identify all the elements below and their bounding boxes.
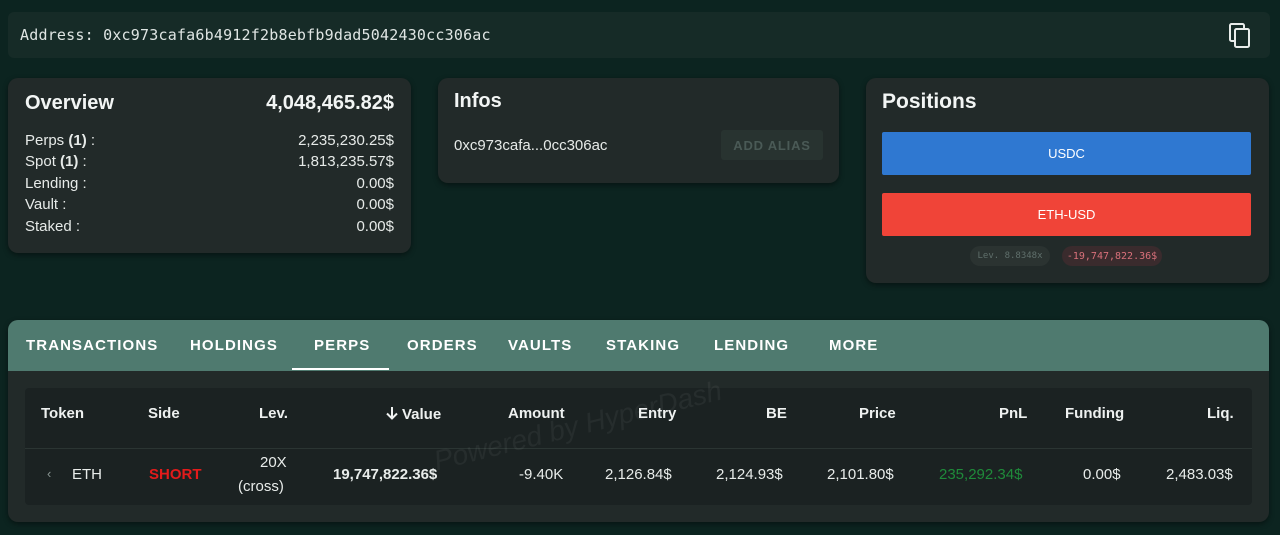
arrow-down-icon xyxy=(386,407,398,420)
tab-perps[interactable]: PERPS xyxy=(314,320,370,371)
perps-table: Token Side Lev. Value Amount Entry BE Pr… xyxy=(25,388,1252,505)
overview-row-perps: Perps (1) : 2,235,230.25$ xyxy=(25,130,394,151)
tab-more[interactable]: MORE xyxy=(829,320,878,371)
column-header-lev[interactable]: Lev. xyxy=(259,405,288,422)
position-bar-usdc[interactable]: USDC xyxy=(882,132,1251,175)
overview-value: 0.00$ xyxy=(356,174,394,192)
leverage-cell: 20X xyxy=(260,454,287,471)
price-cell: 2,101.80$ xyxy=(827,466,894,483)
tab-holdings[interactable]: HOLDINGS xyxy=(190,320,278,371)
column-header-pnl[interactable]: PnL xyxy=(999,405,1027,422)
positions-title: Positions xyxy=(882,90,977,113)
wallet-address: Address: 0xc973cafa6b4912f2b8ebfb9dad504… xyxy=(20,26,491,44)
entry-cell: 2,126.84$ xyxy=(605,466,672,483)
overview-row-vault: Vault : 0.00$ xyxy=(25,194,394,215)
overview-row-spot: Spot (1) : 1,813,235.57$ xyxy=(25,151,394,172)
overview-row-lending: Lending : 0.00$ xyxy=(25,173,394,194)
token-cell: ETH xyxy=(72,466,102,483)
copy-icon[interactable] xyxy=(1228,23,1252,49)
column-header-amount[interactable]: Amount xyxy=(508,405,565,422)
add-alias-button[interactable]: ADD ALIAS xyxy=(721,130,823,160)
overview-row-staked: Staked : 0.00$ xyxy=(25,216,394,237)
value-cell: 19,747,822.36$ xyxy=(333,466,438,483)
overview-value: 0.00$ xyxy=(356,217,394,235)
infos-title: Infos xyxy=(454,90,502,112)
funding-cell: 0.00$ xyxy=(1083,466,1121,483)
overview-total: 4,048,465.82$ xyxy=(266,91,394,114)
pnl-chip: -19,747,822.36$ xyxy=(1062,246,1162,266)
column-header-be[interactable]: BE xyxy=(766,405,787,422)
tab-staking[interactable]: STAKING xyxy=(606,320,680,371)
liquidation-cell: 2,483.03$ xyxy=(1166,466,1233,483)
pnl-cell: 235,292.34$ xyxy=(939,466,1023,483)
leverage-chip: Lev. 8.8348x xyxy=(970,246,1050,266)
active-tab-indicator xyxy=(292,368,389,370)
column-header-value[interactable]: Value xyxy=(384,405,441,423)
be-cell: 2,124.93$ xyxy=(716,466,783,483)
tab-transactions[interactable]: TRANSACTIONS xyxy=(26,320,158,371)
column-header-funding[interactable]: Funding xyxy=(1065,405,1124,422)
amount-cell: -9.40K xyxy=(519,466,564,483)
column-header-entry[interactable]: Entry xyxy=(638,405,676,422)
overview-card: Overview 4,048,465.82$ Perps (1) : 2,235… xyxy=(8,78,411,253)
address-bar: Address: 0xc973cafa6b4912f2b8ebfb9dad504… xyxy=(8,12,1270,58)
overview-title: Overview xyxy=(25,91,114,114)
positions-card: Positions USDC ETH-USD Lev. 8.8348x -19,… xyxy=(866,78,1269,283)
tabs-panel: TRANSACTIONS HOLDINGS PERPS ORDERS VAULT… xyxy=(8,320,1269,522)
leverage-mode-cell: (cross) xyxy=(238,478,284,495)
column-header-side[interactable]: Side xyxy=(148,405,180,422)
chevron-left-icon[interactable]: ‹ xyxy=(47,466,51,481)
side-cell: SHORT xyxy=(149,466,202,483)
tab-bar: TRANSACTIONS HOLDINGS PERPS ORDERS VAULT… xyxy=(8,320,1269,371)
tab-lending[interactable]: LENDING xyxy=(714,320,789,371)
column-header-price[interactable]: Price xyxy=(859,405,896,422)
tab-orders[interactable]: ORDERS xyxy=(407,320,478,371)
overview-value: 1,813,235.57$ xyxy=(298,153,394,171)
overview-value: 2,235,230.25$ xyxy=(298,132,394,149)
tab-vaults[interactable]: VAULTS xyxy=(508,320,572,371)
position-bar-eth-usd[interactable]: ETH-USD xyxy=(882,193,1251,236)
column-header-liq[interactable]: Liq. xyxy=(1207,405,1234,422)
overview-value: 0.00$ xyxy=(356,196,394,214)
column-header-token[interactable]: Token xyxy=(41,405,84,422)
header-divider xyxy=(25,448,1252,449)
infos-card: Infos 0xc973cafa...0cc306ac ADD ALIAS xyxy=(438,78,839,183)
short-address: 0xc973cafa...0cc306ac xyxy=(454,136,608,154)
